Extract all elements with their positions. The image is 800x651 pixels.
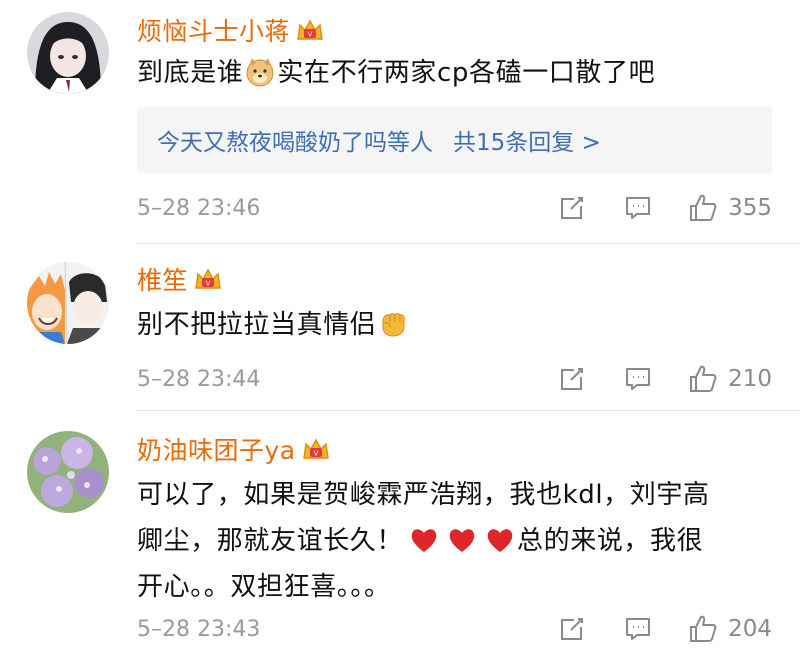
reply-summary[interactable]: 今天又熬夜喝酸奶了吗等人 共15条回复 >	[137, 107, 772, 173]
share-icon	[561, 197, 584, 219]
comment-text-part: 卿尘，那就友谊长久！	[137, 526, 404, 556]
like-button[interactable]: 204	[688, 614, 772, 644]
like-count: 204	[728, 616, 772, 642]
comment-text-part: 到底是谁	[137, 58, 244, 88]
comment-text-line: 开心。。双担狂喜。。。	[137, 572, 391, 602]
crown-badge-icon: V	[302, 438, 329, 459]
comment-actions: 355	[558, 193, 772, 223]
flowers-avatar-icon	[27, 431, 109, 513]
comment-button[interactable]	[624, 366, 652, 392]
comment-text-part: 实在不行两家cp各磕一口散了吧	[277, 58, 656, 88]
comment-text-line: 可以了，如果是贺峻霖严浩翔，我也kdl，刘宇高	[137, 480, 710, 510]
doge-emoji-icon	[246, 58, 274, 87]
comment-button[interactable]	[624, 616, 652, 642]
svg-text:V: V	[206, 280, 211, 288]
thumbs-up-icon	[690, 194, 717, 221]
comment-item: 烦恼斗士小蒋 V 到底是谁 实在不行两家cp各磕一口散了吧 今天又熬夜喝酸奶了吗…	[0, 0, 800, 245]
fist-emoji-icon	[382, 313, 406, 337]
avatar[interactable]	[27, 12, 109, 94]
timestamp: 5–28 23:46	[137, 195, 261, 221]
comment-text: 可以了，如果是贺峻霖严浩翔，我也kdl，刘宇高 卿尘，那就友谊长久！ 总的来说，…	[137, 472, 777, 610]
comment-icon	[626, 197, 651, 219]
like-count: 355	[728, 195, 772, 221]
comment-item: 椎笙 V 别不把拉拉当真情侣 5–28 23:44 210	[0, 245, 800, 411]
comment-actions: 210	[558, 364, 772, 394]
heart-emoji-icon	[411, 529, 437, 552]
share-button[interactable]	[558, 615, 586, 643]
meta-row: 5–28 23:46 355	[137, 188, 772, 228]
comment-text: 到底是谁 实在不行两家cp各磕一口散了吧	[137, 50, 777, 96]
share-icon	[561, 368, 584, 390]
comment-item: 奶油味团子ya V 可以了，如果是贺峻霖严浩翔，我也kdl，刘宇高 卿尘，那就友…	[0, 411, 800, 651]
share-button[interactable]	[558, 365, 586, 393]
comment-text-line: 卿尘，那就友谊长久！ 总的来说，我很	[137, 518, 777, 564]
comment-actions: 204	[558, 614, 772, 644]
timestamp: 5–28 23:43	[137, 616, 261, 642]
share-button[interactable]	[558, 194, 586, 222]
comment-text-part: 总的来说，我很	[517, 526, 704, 556]
username[interactable]: 椎笙	[137, 261, 188, 297]
reply-count-link[interactable]: 共15条回复 >	[453, 123, 601, 157]
comment-button[interactable]	[624, 195, 652, 221]
comment-icon	[626, 618, 651, 640]
like-button[interactable]: 210	[688, 364, 772, 394]
heart-emoji-icon	[487, 529, 513, 552]
username[interactable]: 奶油味团子ya	[137, 431, 296, 467]
like-count: 210	[728, 366, 772, 392]
thumbs-up-icon	[690, 615, 717, 642]
meta-row: 5–28 23:44 210	[137, 359, 772, 399]
svg-text:V: V	[308, 31, 313, 39]
share-icon	[561, 618, 584, 640]
crown-badge-icon: V	[297, 19, 323, 40]
avatar[interactable]	[27, 262, 109, 344]
crown-badge-icon: V	[195, 268, 221, 289]
timestamp: 5–28 23:44	[137, 366, 261, 392]
svg-text:V: V	[313, 450, 318, 458]
manga-boys-avatar-icon	[27, 262, 109, 344]
comment-text-part: 别不把拉拉当真情侣	[137, 310, 377, 340]
username[interactable]: 烦恼斗士小蒋	[137, 12, 290, 48]
comment-text: 别不把拉拉当真情侣	[137, 302, 777, 348]
anime-girl-avatar-icon	[27, 12, 109, 94]
meta-row: 5–28 23:43 204	[137, 609, 772, 649]
username-row: 椎笙 V	[137, 262, 222, 296]
heart-emoji-icon	[449, 529, 475, 552]
thumbs-up-icon	[690, 365, 717, 392]
username-row: 奶油味团子ya V	[137, 432, 330, 466]
comment-icon	[626, 368, 651, 390]
username-row: 烦恼斗士小蒋 V	[137, 13, 324, 47]
divider	[136, 243, 800, 244]
avatar[interactable]	[27, 431, 109, 513]
like-button[interactable]: 355	[688, 193, 772, 223]
reply-users[interactable]: 今天又熬夜喝酸奶了吗等人	[157, 123, 433, 157]
